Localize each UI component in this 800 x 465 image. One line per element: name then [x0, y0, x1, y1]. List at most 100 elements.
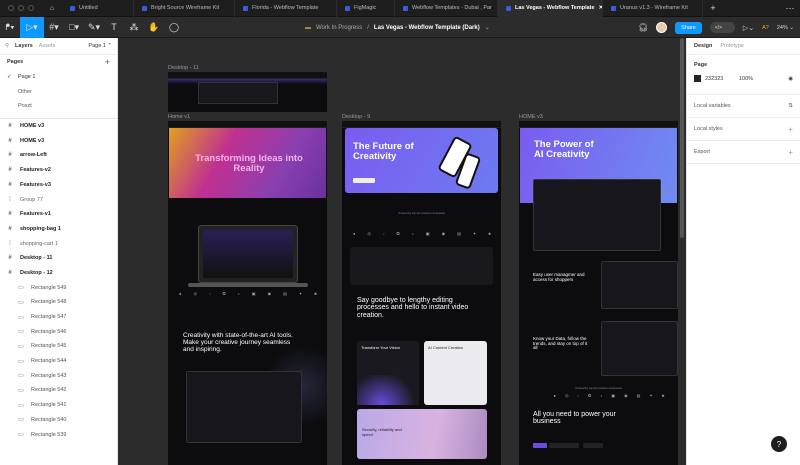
frame-label[interactable]: HOME v3 [519, 114, 543, 120]
canvas[interactable]: Desktop - 11 Home v1 Transforming Ideas … [118, 38, 686, 465]
eye-icon[interactable]: ◉ [788, 76, 793, 82]
layer-label: shopping-cart 1 [20, 240, 58, 247]
layer-item[interactable]: ▭ Rectangle 549 [0, 280, 117, 295]
layer-item[interactable]: ▭ Rectangle 543 [0, 368, 117, 383]
tab-las-vegas[interactable]: Las Vegas - Webflow Template ✕ [498, 0, 603, 17]
resources-icon[interactable]: ⁂ [124, 17, 144, 38]
page-item[interactable]: Poszt [0, 99, 117, 114]
tab-uranus[interactable]: Uranus v1.3 - Wireframe Kit [603, 0, 703, 17]
frame-label[interactable]: Desktop - 9 [342, 114, 370, 120]
project-link[interactable]: Work In Progress [316, 25, 362, 31]
add-style-icon[interactable]: + [788, 125, 793, 134]
shape-tool-icon[interactable]: □▾ [64, 17, 84, 38]
tab-design[interactable]: Design [694, 43, 712, 49]
rectangle-icon: ▭ [18, 314, 24, 321]
layer-label: Features-v3 [20, 181, 51, 188]
layer-item[interactable]: ▭ Rectangle 539 [0, 427, 117, 442]
layer-item[interactable]: ⁞ Group 77 [0, 192, 117, 207]
rectangle-icon: ▭ [18, 402, 24, 409]
layer-item[interactable]: ▭ Rectangle 542 [0, 383, 117, 398]
layer-label: HOME v3 [20, 123, 45, 130]
layers-panel: ⚲ Layers Assets Page 1 ⌃ Pages + ✓ Page 1 … [0, 38, 118, 465]
move-tool-icon[interactable]: ▷▾ [20, 16, 44, 38]
zoom-dropdown[interactable]: 24% ⌄ [777, 25, 794, 31]
layer-item[interactable]: # Features-v2 [0, 163, 117, 178]
hero-heading: The Future of Creativity [353, 141, 414, 162]
tab-florida[interactable]: Florida - Webflow Template [235, 0, 337, 17]
main-menu-icon[interactable]: ᖰ▾ [0, 17, 20, 38]
new-tab-icon[interactable]: + [703, 0, 723, 17]
pen-tool-icon[interactable]: ✎▾ [84, 17, 104, 38]
more-icon[interactable]: ⋯ [780, 0, 800, 17]
page-item[interactable]: Other [0, 84, 117, 99]
help-button[interactable]: ? [771, 436, 787, 452]
layer-item[interactable]: # Desktop - 11 [0, 251, 117, 266]
rectangle-icon: ▭ [18, 329, 24, 336]
layer-item[interactable]: ▭ Rectangle 540 [0, 413, 117, 428]
layer-label: Rectangle 542 [31, 387, 67, 394]
page-item[interactable]: ✓ Page 1 [0, 70, 117, 85]
comment-tool-icon[interactable]: ◯ [164, 17, 184, 38]
canvas-scrollbar[interactable] [680, 38, 684, 238]
tab-bright-source[interactable]: Bright Source Wireframe Kit [134, 0, 235, 17]
layer-item[interactable]: # HOME v3 [0, 133, 117, 148]
variables-icon[interactable]: ⇅ [788, 103, 793, 109]
layer-item[interactable]: # HOME v3 [0, 119, 117, 134]
layer-item[interactable]: ▭ Rectangle 548 [0, 295, 117, 310]
layer-item[interactable]: ⁞ shopping-cart 1 [0, 236, 117, 251]
pages-section: Pages + ✓ Page 1 Other Poszt [0, 55, 117, 119]
add-page-icon[interactable]: + [105, 57, 110, 67]
page-color-value[interactable]: 232323 [705, 76, 735, 82]
tab-layers[interactable]: Layers [15, 43, 33, 49]
window-controls[interactable] [0, 5, 42, 11]
hand-tool-icon[interactable]: ✋ [144, 17, 164, 38]
layer-list: # HOME v3 # HOME v3 # arrow-Left # Features-v2 #… [0, 119, 117, 442]
tab-dubai[interactable]: Webflow Templates - Dubai , Par [395, 0, 498, 17]
page-opacity-value[interactable]: 100% [739, 76, 753, 82]
rectangle-icon: ▭ [18, 285, 24, 292]
frame-label[interactable]: Desktop - 11 [168, 65, 199, 71]
add-export-icon[interactable]: + [788, 148, 793, 157]
layer-item[interactable]: ▭ Rectangle 541 [0, 398, 117, 413]
home-icon[interactable]: ⌂ [42, 0, 62, 17]
layer-label: Rectangle 541 [31, 402, 67, 409]
layer-item[interactable]: # Desktop - 12 [0, 266, 117, 281]
frame-tool-icon[interactable]: #▾ [44, 17, 64, 38]
layer-item[interactable]: # Features-v1 [0, 207, 117, 222]
frame-desktop-9[interactable]: The Future of Creativity Trusted by top … [342, 121, 501, 465]
hero-heading: Transforming Ideas into Reality [195, 153, 303, 174]
tab-untitled[interactable]: Untitled [62, 0, 134, 17]
dev-mode-toggle[interactable]: </> [709, 22, 735, 33]
avatar[interactable] [656, 22, 668, 33]
tab-prototype[interactable]: Prototype [720, 43, 744, 49]
tab-figmagic[interactable]: FigMagic [337, 0, 395, 17]
text-tool-icon[interactable]: T [104, 17, 124, 38]
frame-home-v3[interactable]: The Power of AI Creativity Easy user man… [519, 121, 678, 465]
share-button[interactable]: Share [675, 21, 702, 34]
file-name[interactable]: Las Vegas - Webflow Template (Dark) [374, 25, 480, 31]
layer-item[interactable]: # shopping-bag 1 [0, 222, 117, 237]
present-icon[interactable]: ▷⌄ [743, 24, 754, 32]
layer-item[interactable]: ▭ Rectangle 547 [0, 310, 117, 325]
frame-home-v1[interactable]: Transforming Ideas into Reality ● ◎ ▫ ✪ ♪ ▣ ◉ ▤… [168, 121, 327, 465]
tab-assets[interactable]: Assets [39, 43, 56, 49]
frame-label[interactable]: Home v1 [168, 114, 190, 120]
layer-item[interactable]: ▭ Rectangle 545 [0, 339, 117, 354]
layer-item[interactable]: # Features-v3 [0, 178, 117, 193]
page-color-swatch[interactable] [694, 75, 701, 82]
frame-desktop-11[interactable] [168, 72, 327, 112]
section-heading: All you need to power your business [533, 411, 616, 426]
font-warning-icon[interactable]: A? [762, 25, 769, 31]
chevron-down-icon[interactable]: ⌄ [485, 24, 490, 31]
layer-item[interactable]: ▭ Rectangle 546 [0, 324, 117, 339]
headphones-icon[interactable]: 🎧︎ [638, 23, 648, 32]
group-icon: ⁞ [9, 196, 11, 203]
page-label: Other [18, 88, 32, 95]
layer-item[interactable]: ▭ Rectangle 544 [0, 354, 117, 369]
layer-item[interactable]: # arrow-Left [0, 148, 117, 163]
layer-label: Features-v1 [20, 211, 51, 218]
layer-label: shopping-bag 1 [20, 225, 61, 232]
search-icon[interactable]: ⚲ [5, 43, 9, 49]
page-selector[interactable]: Page 1 ⌃ [88, 43, 112, 49]
rectangle-icon: ▭ [18, 432, 24, 439]
